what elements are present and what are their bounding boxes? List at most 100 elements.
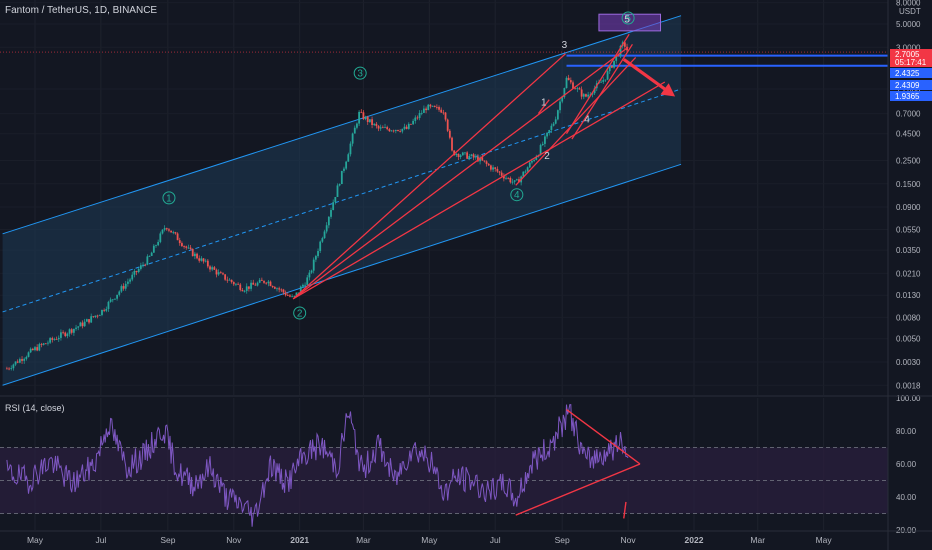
candle-body [485,161,488,164]
price-tick-label: 5.0000 [896,20,921,29]
candle-body [416,117,419,119]
rsi-tick-label: 80.00 [896,427,917,436]
candle-body [366,116,369,122]
candle-body [152,245,155,253]
candle-body [62,332,64,334]
price-tick-label: 0.0018 [896,381,921,390]
candle-body [386,127,389,130]
subwave-label-5: 5 [624,14,630,25]
candle-body [72,328,75,333]
price-unit-label: USDT [899,7,921,16]
price-axis[interactable]: 8.00005.00003.00001.20000.70000.45000.25… [887,0,932,550]
candle-body [25,356,28,359]
candle-body [451,137,453,151]
candle-body [489,165,492,170]
price-tag-label: 2.4309 [895,81,920,90]
rsi-pane[interactable] [0,398,888,530]
candle-body [111,299,114,301]
candle-body [414,117,417,121]
candle-body [96,315,99,317]
candle-body [18,359,21,363]
candle-body [496,168,499,172]
symbol-title: Fantom / TetherUS, 1D, BINANCE [5,5,158,16]
candle-body [587,94,590,97]
time-tick-label: May [27,535,44,545]
candle-body [122,286,125,289]
candle-body [83,321,86,327]
candle-body [548,130,551,133]
candle-body [325,225,328,232]
candle-body [137,268,140,273]
candle-body [185,246,188,248]
candle-body [51,338,54,340]
price-tick-label: 0.1500 [896,180,921,189]
candle-body [308,272,311,278]
candle-body [81,322,84,327]
candle-body [206,260,209,267]
candle-body [224,274,227,280]
candle-body [107,301,110,309]
candle-body [40,344,43,345]
candle-body [116,294,119,299]
candle-body [448,130,451,138]
candle-body [433,105,436,107]
candle-body [178,240,181,244]
candle-body [418,113,421,118]
candle-body [271,285,274,288]
candle-body [440,109,443,113]
candle-body [68,329,71,334]
candle-body [431,105,434,107]
candle-body [559,101,561,111]
candle-body [302,284,304,287]
candle-body [524,171,527,173]
candle-body [394,129,397,132]
candle-body [144,264,147,266]
candle-body [150,252,153,256]
candle-body [507,177,510,179]
candle-body [202,258,205,262]
candle-body [161,229,164,234]
candle-body [133,270,136,275]
candle-body [34,347,36,351]
candle-body [6,368,8,370]
candle-body [200,258,203,261]
candle-body [36,347,39,351]
candle-body [219,272,222,274]
candle-body [578,88,581,90]
time-tick-label: Sep [160,535,175,545]
candle-body [349,143,352,155]
candle-body [604,79,607,81]
candle-body [580,89,583,97]
candle-body [556,110,559,120]
candle-body [360,111,363,113]
candle-body [427,104,430,111]
time-tick-label: Nov [621,535,637,545]
candle-body [172,232,175,233]
price-tick-label: 0.0900 [896,203,921,212]
candle-body [258,279,261,283]
candle-body [515,179,518,181]
candle-body [377,125,380,129]
price-tick-label: 0.0210 [896,269,921,278]
candle-body [375,123,378,126]
candle-body [282,289,285,293]
candle-body [38,344,41,351]
candle-body [531,160,533,163]
candle-body [321,238,324,242]
wave-label-4: 4 [514,190,520,201]
candle-body [191,248,194,257]
candle-body [77,326,80,328]
wave-label-2: 2 [297,308,303,319]
candle-body [16,361,19,363]
time-axis[interactable]: May Jul Sep Nov 2021 Mar May Jul Sep Nov 2022 Mar Ma… [0,530,932,545]
candle-body [494,167,497,169]
candle-body [466,152,469,159]
candle-body [94,315,97,317]
candle-body [306,277,309,285]
chart-canvas[interactable]: 1234512345 8.00005.00003.00001.20000.700… [0,0,932,550]
candle-body [168,229,170,231]
candle-body [364,116,367,120]
candle-body [317,250,319,257]
candle-body [533,159,536,161]
candle-body [8,368,10,370]
